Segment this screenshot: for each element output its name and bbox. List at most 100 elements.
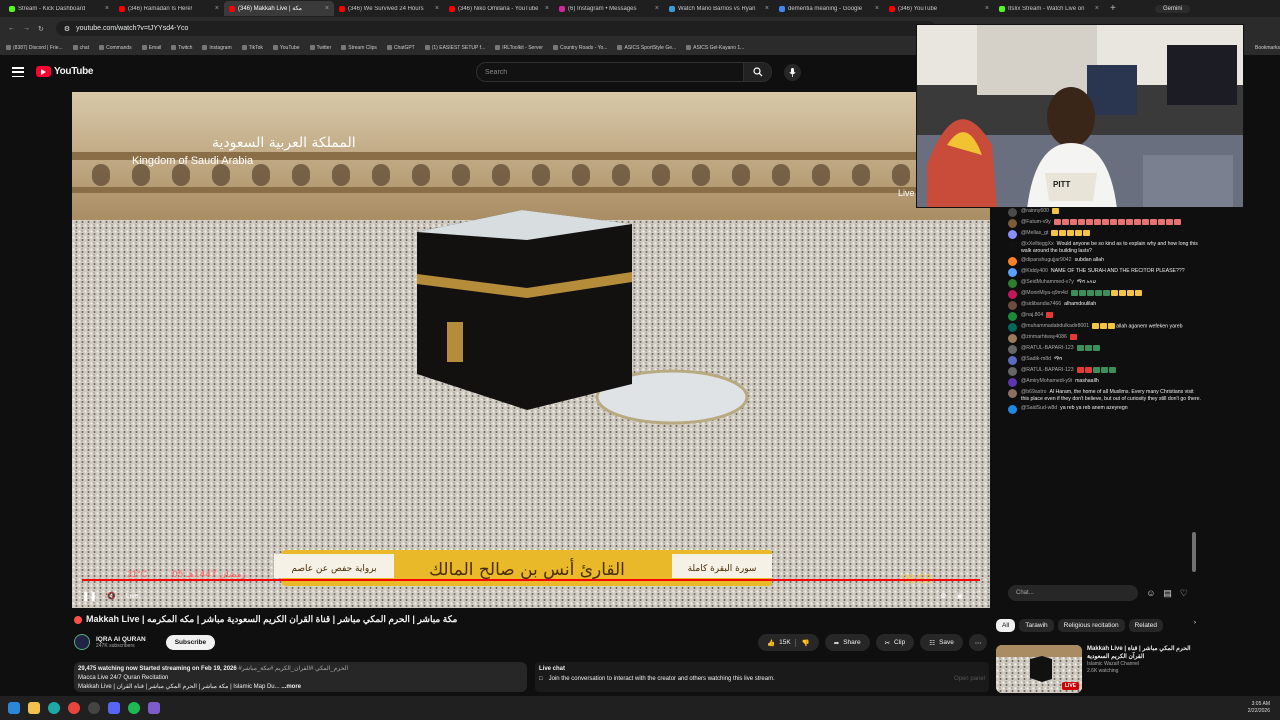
like-button[interactable]: 👍 15K 👎	[758, 634, 819, 651]
clip-button[interactable]: ✂ Clip	[875, 634, 915, 651]
back-icon[interactable]: ←	[8, 25, 15, 32]
chat-username[interactable]: @Mellas_gt	[1021, 230, 1048, 236]
related-thumbnail[interactable]: LIVE	[996, 645, 1082, 693]
forward-icon[interactable]: →	[23, 25, 30, 32]
browser-tab[interactable]: (346) Ramadan Is Here! ×	[114, 1, 224, 16]
all-bookmarks-link[interactable]: Bookmarks	[1255, 45, 1280, 51]
chat-username[interactable]: @zinmarhtway4086	[1021, 334, 1067, 340]
chat-input[interactable]: Chat...	[1008, 585, 1139, 601]
bookmark-item[interactable]: Commands	[99, 45, 132, 51]
chat-username[interactable]: @sidibandia7466	[1021, 301, 1061, 307]
tab-close-icon[interactable]: ×	[655, 5, 659, 12]
heart-icon[interactable]: ♡	[1180, 588, 1188, 599]
chat-scrollbar[interactable]	[1192, 532, 1196, 572]
chat-username[interactable]: @MonirMiya-q9m4d	[1021, 290, 1068, 296]
chat-username[interactable]: @Fatum-v9y	[1021, 219, 1051, 225]
chat-username[interactable]: @SeidMuhammed-v7y	[1021, 279, 1074, 285]
chat-avatar[interactable]	[1008, 356, 1017, 365]
browser-tab[interactable]: (346) We Survived 24 Hours ×	[334, 1, 444, 16]
chat-username[interactable]: @naj.804	[1021, 312, 1043, 318]
bookmark-item[interactable]: Email	[141, 45, 161, 51]
save-button[interactable]: ☷ Save	[920, 634, 963, 651]
settings-icon[interactable]: ⚙	[940, 592, 946, 600]
browser-tab[interactable]: dementia meaning - Google ×	[774, 1, 884, 16]
pause-icon[interactable]: ❚❚	[82, 591, 97, 602]
open-panel-button[interactable]: Open panel	[954, 676, 985, 682]
gemini-button[interactable]: Gemini	[1154, 4, 1190, 13]
chat-username[interactable]: @AmiryMohamedi-y9i	[1021, 378, 1072, 384]
discord-icon[interactable]	[108, 702, 120, 714]
bookmark-item[interactable]: (8387) Discord | Frie...	[6, 45, 63, 51]
tab-close-icon[interactable]: ×	[215, 5, 219, 12]
search-button[interactable]	[743, 63, 771, 81]
mute-icon[interactable]: 🔇	[107, 592, 116, 600]
browser-tab[interactable]: (346) YouTube ×	[884, 1, 994, 16]
chat-username[interactable]: @Kiddy400	[1021, 268, 1048, 274]
obs-icon[interactable]	[88, 702, 100, 714]
tab-close-icon[interactable]: ×	[545, 5, 549, 12]
chat-avatar[interactable]	[1008, 405, 1017, 414]
hamburger-menu-icon[interactable]	[12, 67, 24, 77]
chat-username[interactable]: @SaidSud-w8d	[1021, 405, 1057, 411]
edge-icon[interactable]	[48, 702, 60, 714]
start-icon[interactable]	[8, 702, 20, 714]
browser-tab[interactable]: (346) Niko Omilana - YouTube ×	[444, 1, 554, 16]
tab-close-icon[interactable]: ×	[765, 5, 769, 12]
bookmark-item[interactable]: chat	[72, 45, 89, 51]
video-progress-bar[interactable]	[82, 579, 980, 581]
filter-chip[interactable]: Tarawih	[1019, 619, 1054, 632]
chat-username[interactable]: @RATUL-BAPARI-123	[1021, 345, 1074, 351]
chat-avatar[interactable]	[1008, 389, 1017, 398]
bookmark-item[interactable]: (1) EASIEST SETUP f...	[424, 45, 485, 51]
bookmark-item[interactable]: ASICS Gel-Kayano 1...	[686, 45, 744, 51]
bookmark-item[interactable]: ChatGPT	[386, 45, 415, 51]
miniplayer-icon[interactable]: ▣	[956, 592, 963, 600]
bookmark-item[interactable]: YouTube	[272, 45, 300, 51]
chat-avatar[interactable]	[1008, 279, 1017, 288]
chat-username[interactable]: @muhammadabdulkadir8001	[1021, 323, 1089, 329]
thumbs-down-icon[interactable]: 👎	[794, 638, 810, 647]
filter-chip[interactable]: All	[996, 619, 1016, 632]
chat-avatar[interactable]	[1008, 230, 1017, 239]
chat-avatar[interactable]	[1008, 345, 1017, 354]
chat-avatar[interactable]	[1008, 312, 1017, 321]
tab-close-icon[interactable]: ×	[435, 5, 439, 12]
chat-avatar[interactable]	[1008, 219, 1017, 228]
filter-chip[interactable]: Related	[1128, 619, 1163, 632]
fullscreen-icon[interactable]: ⛶	[973, 592, 978, 600]
channel-avatar[interactable]	[74, 634, 90, 650]
chat-avatar[interactable]	[1008, 268, 1017, 277]
new-tab-button[interactable]: +	[1104, 3, 1122, 14]
file-explorer-icon[interactable]	[28, 702, 40, 714]
bookmark-item[interactable]: Instagram	[202, 45, 232, 51]
bookmark-item[interactable]: Twitter	[309, 45, 331, 51]
subscribe-button[interactable]: Subscribe	[165, 634, 216, 650]
bookmark-item[interactable]: IRLToolkit - Server	[495, 45, 543, 51]
browser-tab[interactable]: (346) Makkah Live | مكة ×	[224, 1, 334, 16]
spotify-icon[interactable]	[128, 702, 140, 714]
chat-avatar[interactable]	[1008, 323, 1017, 332]
chat-username[interactable]: @rainny600	[1021, 208, 1049, 214]
chips-next-icon[interactable]: ›	[1194, 619, 1196, 632]
tab-close-icon[interactable]: ×	[325, 5, 329, 12]
live-indicator[interactable]: Live	[126, 593, 139, 600]
chat-avatar[interactable]	[1008, 301, 1017, 310]
chat-username[interactable]: @dipanshugujjar9042	[1021, 257, 1072, 263]
bookmark-item[interactable]: Twitch	[171, 45, 192, 51]
more-actions-button[interactable]: ⋯	[968, 634, 988, 651]
chat-username[interactable]: @Sadik-m8d	[1021, 356, 1051, 362]
share-button[interactable]: ➦ Share	[824, 634, 870, 651]
chat-username[interactable]: @RATUL-BAPARI-123	[1021, 367, 1074, 373]
browser-tab[interactable]: ItsIix Stream - Watch Live on ×	[994, 1, 1104, 16]
browser-tab[interactable]: Stream - Kick Dashboard ×	[4, 1, 114, 16]
chat-avatar[interactable]	[1008, 334, 1017, 343]
browser-tab[interactable]: Watch Mario Barrios vs Ryan ×	[664, 1, 774, 16]
system-tray[interactable]: 3:05 AM 2/22/2026	[1248, 701, 1270, 715]
super-chat-icon[interactable]: ▤	[1163, 588, 1172, 599]
chat-avatar[interactable]	[1008, 378, 1017, 387]
video-player[interactable]: المملكة العربية السعودية Kingdom of Saud…	[72, 92, 990, 608]
bookmark-item[interactable]: ASICS SportStyle Ge...	[617, 45, 676, 51]
chrome-icon[interactable]	[68, 702, 80, 714]
reload-icon[interactable]: ↻	[38, 25, 44, 33]
url-field[interactable]: ⚙ youtube.com/watch?v=tJYYsd4-Yco	[55, 21, 936, 36]
